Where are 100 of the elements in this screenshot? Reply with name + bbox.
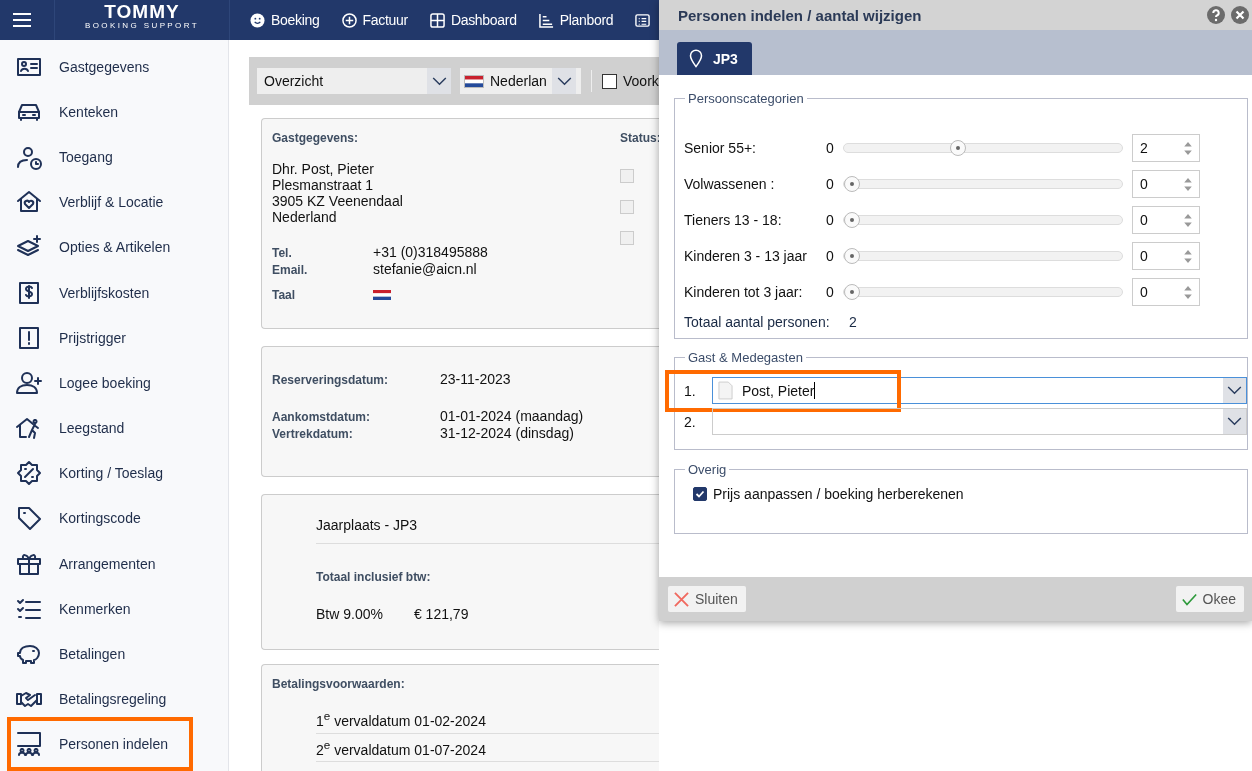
dollar-icon [16, 279, 42, 306]
plus-circle-icon [341, 12, 357, 28]
guest-select[interactable]: Post, Pieter [712, 377, 1247, 404]
checkbox-label: Voork [623, 73, 659, 89]
number-field[interactable]: 0 [1132, 278, 1200, 306]
sidebar-item[interactable]: Personen indelen [0, 721, 228, 767]
category-label: Kinderen tot 3 jaar: [684, 284, 804, 300]
checkmark-icon [694, 488, 706, 500]
vat-label: Btw 9.00% [316, 606, 383, 622]
section-heading: Gastgegevens: [272, 131, 360, 145]
sidebar-item[interactable]: Leegstand [0, 405, 228, 451]
sidebar-item[interactable]: Logee boeking [0, 360, 228, 406]
checkbox[interactable] [693, 487, 707, 501]
slider-min-label: 0 [826, 284, 835, 300]
sidebar-item[interactable]: Toegang [0, 134, 228, 180]
nav-link[interactable]: Factuur [341, 12, 408, 28]
sidebar-item[interactable]: Betalingen [0, 631, 228, 677]
number-field[interactable]: 0 [1132, 206, 1200, 234]
total-value: 2 [849, 314, 857, 330]
view-select[interactable]: Overzicht [257, 68, 451, 94]
status-checkbox[interactable] [620, 200, 634, 214]
status-checkbox[interactable] [620, 169, 634, 183]
payment-term: 2$^{e}$ vervaldatum 01-07-2024 [316, 733, 659, 763]
menu-icon[interactable] [13, 13, 31, 27]
grid-icon [429, 12, 445, 28]
field-label: Reserveringsdatum: [272, 372, 390, 388]
slider-thumb[interactable] [844, 248, 860, 264]
list-icon[interactable] [635, 12, 651, 28]
field-label: Aankomstdatum: [272, 409, 371, 425]
sidebar-item[interactable]: Gastgegevens [0, 44, 228, 90]
sidebar-item[interactable]: Kortingscode [0, 495, 228, 542]
field-value: stefanie@aicn.nl [373, 261, 477, 277]
total-label: Totaal inclusief btw: [316, 570, 432, 584]
slider-thumb[interactable] [844, 212, 860, 228]
guest-select[interactable] [712, 408, 1247, 435]
slider-thumb[interactable] [844, 284, 860, 300]
number-field[interactable]: 0 [1132, 242, 1200, 270]
sidebar-item[interactable]: Korting / Toeslag [0, 450, 228, 496]
category-label: Senior 55+: [684, 140, 757, 156]
close-icon[interactable] [1231, 6, 1249, 24]
percent-badge-icon [16, 460, 42, 487]
field-value: 23-11-2023 [440, 371, 511, 387]
sidebar-item[interactable]: Kenteken [0, 89, 228, 135]
chart-icon [538, 12, 554, 28]
sidebar-item[interactable]: Prijstrigger [0, 315, 228, 361]
category-label: Volwassenen : [684, 176, 776, 192]
row-number: 1. [684, 382, 697, 399]
checkbox[interactable] [602, 73, 617, 89]
group-legend: Persoonscategorien [685, 91, 807, 106]
field-value: 01-01-2024 (maandag) [440, 408, 584, 424]
flag-icon [464, 74, 484, 88]
group-legend: Gast & Medegasten [685, 350, 806, 365]
sidebar-item[interactable]: Verblijf & Locatie [0, 179, 228, 225]
sidebar-item[interactable]: Kenmerken [0, 586, 228, 632]
slider-min-label: 0 [826, 140, 835, 156]
slider-min-label: 0 [826, 248, 835, 264]
number-field[interactable]: 0 [1132, 170, 1200, 198]
flag-icon [373, 290, 391, 300]
field-value: 31-12-2024 (dinsdag) [440, 425, 574, 441]
section-heading: Status: [620, 131, 659, 145]
category-label: Kinderen 3 - 13 jaar [684, 248, 808, 264]
total-label: Totaal aantal personen: [684, 314, 831, 330]
section-heading: Betalingsvoorwaarden: [272, 677, 406, 691]
address-line: Dhr. Post, Pieter [272, 161, 375, 177]
cross-icon [674, 591, 689, 607]
help-icon[interactable] [1207, 6, 1225, 24]
nav-link[interactable]: Planbord [538, 12, 614, 28]
slider-min-label: 0 [826, 212, 835, 228]
tab[interactable]: JP3 [677, 42, 752, 75]
slider-thumb[interactable] [844, 176, 860, 192]
chevron-down-icon [1227, 386, 1242, 395]
dialog-title: Personen indelen / aantal wijzigen [678, 6, 922, 24]
chevron-down-icon [431, 76, 447, 86]
slider-min-label: 0 [826, 176, 835, 192]
smiley-icon [250, 12, 265, 28]
nav-link[interactable]: Dashboard [429, 12, 517, 28]
vat-amount: € 121,79 [413, 606, 469, 622]
logo-text: TOMMY [104, 2, 180, 21]
nav-link[interactable]: Boeking [250, 12, 320, 28]
field-label: Vertrekdatum: [272, 426, 354, 442]
language-select[interactable]: Nederlan [460, 68, 581, 94]
checkmark-icon [1181, 591, 1197, 607]
sidebar-item[interactable]: Betalingsregeling [0, 676, 228, 722]
document-icon [718, 381, 733, 400]
status-checkbox[interactable] [620, 231, 634, 245]
ok-button[interactable]: Okee [1175, 586, 1244, 612]
sidebar-item[interactable]: Opties & Artikelen [0, 224, 228, 270]
address-line: 3905 KZ Veenendaal [272, 193, 404, 209]
field-value: +31 (0)318495888 [373, 244, 488, 260]
people-icon [16, 731, 42, 758]
number-field[interactable]: 2 [1132, 134, 1200, 162]
exclamation-icon [16, 324, 42, 351]
group-legend: Overig [685, 462, 730, 477]
sidebar-item[interactable]: Arrangementen [0, 541, 228, 587]
location-pin-icon [689, 49, 703, 68]
payment-term: 1$^{e}$ vervaldatum 01-02-2024 [316, 705, 659, 734]
sidebar-item[interactable]: Verblijfskosten [0, 269, 228, 316]
close-button[interactable]: Sluiten [668, 586, 746, 612]
slider-thumb[interactable] [949, 140, 966, 156]
address-line: Nederland [272, 209, 338, 225]
